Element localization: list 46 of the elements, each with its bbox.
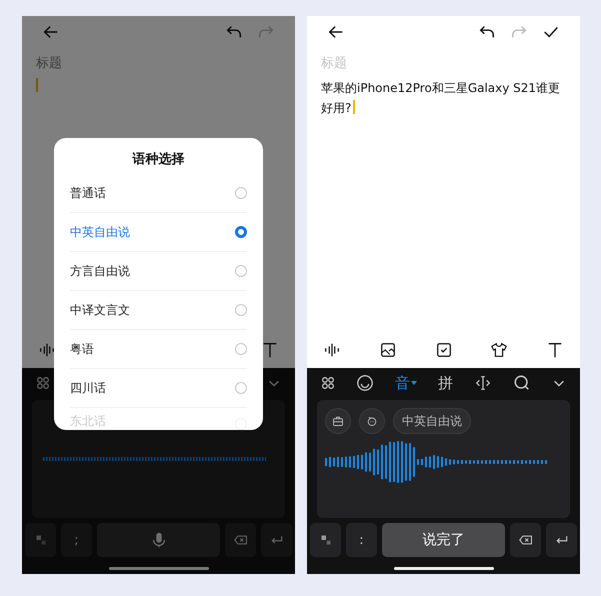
shirt-icon[interactable] [490, 341, 508, 359]
radio-button[interactable] [235, 187, 247, 199]
text-format-icon[interactable] [546, 341, 564, 359]
radio-button[interactable] [235, 265, 247, 277]
text-cursor-icon[interactable] [474, 374, 492, 392]
grid-icon[interactable] [321, 376, 335, 390]
language-option[interactable]: 方言自由说 [70, 252, 247, 291]
language-toggle-key[interactable] [310, 523, 341, 557]
radio-button[interactable] [235, 304, 247, 316]
face-icon [365, 415, 379, 427]
briefcase-button[interactable] [325, 408, 351, 434]
squares-icon [318, 534, 332, 546]
language-option[interactable]: 粤语 [70, 330, 247, 369]
smiley-icon[interactable] [356, 374, 374, 392]
caret-icon [411, 381, 417, 385]
punctuation-key[interactable]: : [346, 523, 377, 557]
language-option[interactable]: 普通话 [70, 174, 247, 213]
language-option[interactable]: 中译文言文 [70, 291, 247, 330]
text-format-icon[interactable] [261, 341, 279, 359]
language-toggle-key[interactable] [25, 523, 56, 557]
radio-button[interactable] [235, 382, 247, 394]
text-cursor [36, 78, 38, 92]
radio-button[interactable] [235, 226, 247, 238]
note-text[interactable]: 苹果的iPhone12Pro和三星Galaxy S21谁更好用? [321, 78, 566, 118]
voice-effect-button[interactable] [359, 408, 385, 434]
enter-icon [554, 534, 568, 546]
input-mode-tab[interactable]: 拼 [438, 374, 453, 392]
squares-icon [34, 534, 48, 546]
backspace-icon [234, 534, 248, 546]
dialog-title: 语种选择 [132, 151, 184, 168]
input-mode-tab[interactable]: 音 [395, 374, 417, 392]
image-icon[interactable] [378, 341, 397, 359]
finish-speaking-key[interactable]: 说完了 [382, 523, 505, 557]
backspace-icon [518, 534, 532, 546]
waveform-icon[interactable] [323, 341, 341, 359]
language-option[interactable]: 中英自由说 [70, 213, 247, 252]
backspace-key[interactable] [510, 523, 541, 557]
waveform-icon[interactable] [38, 341, 56, 359]
radio-button[interactable] [235, 343, 247, 355]
enter-key[interactable] [546, 523, 577, 557]
enter-icon [270, 534, 284, 546]
search-icon[interactable] [513, 374, 531, 392]
briefcase-icon [331, 415, 345, 427]
checkbox-icon[interactable] [434, 341, 452, 359]
language-chip[interactable]: 中英自由说 [393, 408, 471, 434]
language-option[interactable]: 四川话 [70, 369, 247, 408]
